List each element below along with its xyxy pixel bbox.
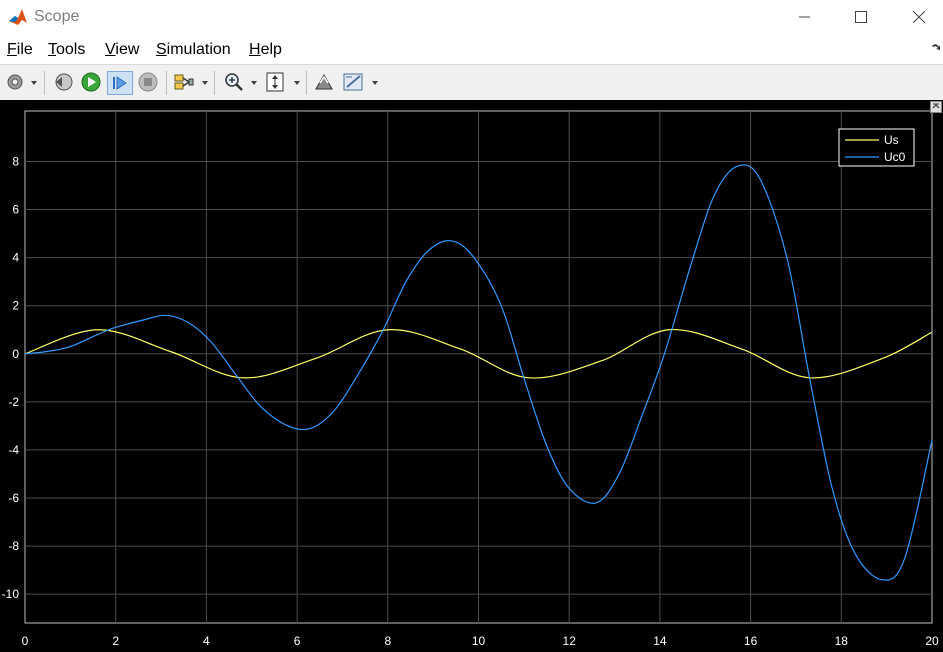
restore-layout-icon [315, 73, 333, 90]
y-tick-label: -10 [2, 587, 20, 601]
x-tick-label: 14 [653, 634, 667, 648]
x-tick-label: 0 [22, 634, 29, 648]
step-back-button[interactable] [52, 71, 74, 93]
x-tick-label: 8 [384, 634, 391, 648]
run-icon [81, 72, 101, 92]
minimize-button[interactable] [782, 0, 828, 34]
scale-axes-button[interactable] [264, 71, 286, 93]
zoom-dropdown-arrow-icon[interactable] [251, 81, 257, 85]
toolbar-separator [306, 71, 307, 95]
y-tick-label: 2 [12, 299, 19, 313]
x-tick-label: 16 [744, 634, 758, 648]
signal-select-button[interactable] [173, 71, 195, 93]
settings-icon [7, 74, 23, 90]
menu-bar: File Tools View Simulation Help [0, 36, 943, 64]
x-tick-label: 2 [112, 634, 119, 648]
restore-layout-button[interactable] [313, 71, 335, 93]
matlab-logo-icon [8, 7, 28, 27]
title-bar: Scope [0, 0, 943, 36]
stop-button[interactable] [137, 71, 159, 93]
measure-button[interactable] [342, 71, 366, 93]
zoom-button[interactable] [223, 71, 245, 93]
step-forward-icon [113, 76, 127, 90]
legend[interactable]: Us Uc0 [838, 128, 915, 167]
y-tick-labels: -10 -8 -6 -4 -2 0 2 4 6 8 [2, 154, 20, 601]
menu-view[interactable]: View [105, 41, 139, 59]
window-title: Scope [34, 8, 80, 25]
settings-dropdown-arrow-icon[interactable] [31, 81, 37, 85]
dock-arrow-icon[interactable] [931, 42, 941, 52]
y-tick-label: 4 [12, 251, 19, 265]
x-tick-label: 20 [925, 634, 939, 648]
close-button[interactable] [896, 0, 942, 34]
toolbar [0, 64, 943, 101]
scale-axes-dropdown-arrow-icon[interactable] [294, 81, 300, 85]
x-tick-label: 12 [563, 634, 577, 648]
scale-axes-icon [266, 72, 284, 92]
maximize-button[interactable] [838, 0, 884, 34]
measure-icon [343, 73, 363, 91]
x-tick-label: 4 [203, 634, 210, 648]
scope-plot[interactable]: 0 2 4 6 8 10 12 14 16 18 20 -10 -8 -6 -4 -2 0 2 4 6 8 Us Uc0 [0, 100, 943, 652]
toolbar-separator [44, 71, 45, 95]
minimize-icon [799, 16, 810, 18]
toolbar-separator [214, 71, 215, 95]
settings-button[interactable] [4, 71, 26, 93]
stop-icon [138, 72, 158, 92]
y-tick-label: 8 [12, 154, 19, 168]
y-tick-label: -8 [8, 539, 19, 553]
toolbar-separator [166, 71, 167, 95]
menu-help[interactable]: Help [249, 41, 282, 59]
y-tick-label: -4 [8, 443, 19, 457]
y-tick-label: 6 [12, 203, 19, 217]
maximize-icon [855, 11, 867, 23]
measure-dropdown-arrow-icon[interactable] [372, 81, 378, 85]
close-icon [913, 11, 925, 23]
menu-file[interactable]: File [7, 41, 33, 59]
legend-label: Uc0 [884, 150, 906, 164]
x-tick-label: 6 [294, 634, 301, 648]
signal-select-dropdown-arrow-icon[interactable] [202, 81, 208, 85]
x-tick-label: 18 [835, 634, 849, 648]
y-tick-label: -6 [8, 491, 19, 505]
undock-icon[interactable] [930, 101, 942, 113]
x-tick-label: 10 [472, 634, 486, 648]
menu-tools[interactable]: Tools [48, 41, 85, 59]
x-tick-labels: 0 2 4 6 8 10 12 14 16 18 20 [22, 634, 939, 648]
zoom-icon [225, 73, 243, 91]
y-tick-label: -2 [8, 395, 19, 409]
signal-select-icon [174, 74, 194, 90]
step-forward-button[interactable] [107, 71, 133, 95]
legend-label: Us [884, 133, 899, 147]
run-button[interactable] [80, 71, 102, 93]
step-back-icon [55, 73, 73, 91]
menu-simulation[interactable]: Simulation [156, 41, 231, 59]
y-tick-label: 0 [12, 347, 19, 361]
